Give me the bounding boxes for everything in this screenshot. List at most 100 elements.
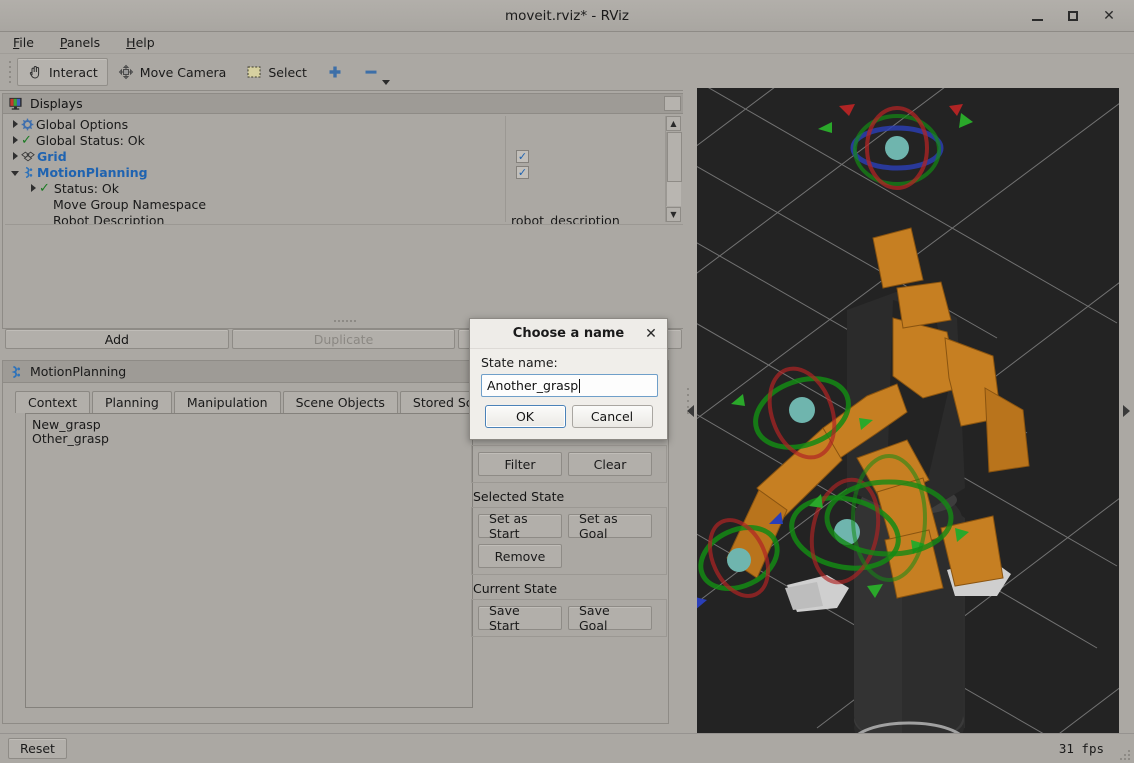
current-state-group: Save Start Save Goal: [471, 599, 667, 637]
cancel-button[interactable]: Cancel: [571, 405, 653, 428]
minimize-icon: [1031, 19, 1043, 21]
set-as-start-button[interactable]: Set as Start: [478, 511, 562, 541]
viewport-collapse-right[interactable]: [1119, 88, 1134, 733]
tree-row-grid[interactable]: Grid: [5, 148, 505, 164]
tab-manipulation[interactable]: Manipulation: [173, 391, 281, 413]
displays-panel-float-button[interactable]: [664, 96, 681, 111]
title-bar: moveit.rviz* - RViz ✕: [0, 0, 1134, 32]
3d-viewport[interactable]: [697, 88, 1119, 733]
menu-file[interactable]: File: [10, 34, 37, 51]
move-camera-icon: [118, 64, 134, 80]
displays-panel: Displays Global Options ✓ Global Status:…: [2, 93, 685, 329]
set-as-goal-button[interactable]: Set as Goal: [568, 511, 652, 541]
maximize-button[interactable]: [1062, 5, 1084, 27]
expander-closed-icon[interactable]: [13, 152, 18, 160]
displays-panel-title: Displays: [30, 96, 83, 111]
resize-grip[interactable]: [1118, 748, 1130, 760]
ok-button[interactable]: OK: [484, 405, 566, 428]
close-button[interactable]: ✕: [1098, 5, 1120, 27]
minus-icon: [363, 64, 379, 80]
tree-label: Global Status: Ok: [35, 132, 145, 148]
save-goal-button[interactable]: Save Goal: [568, 603, 652, 633]
displays-monitor-icon: [8, 96, 24, 112]
displays-tree-scrollbar[interactable]: ▲ ▼: [665, 116, 682, 222]
motion-planning-enabled-checkbox[interactable]: ✓: [516, 165, 529, 179]
maximize-icon: [1068, 11, 1078, 21]
current-state-label: Current State: [473, 581, 558, 596]
save-start-button[interactable]: Save Start: [478, 603, 562, 633]
toolbar-overflow-chevron-icon[interactable]: [381, 80, 390, 85]
value-motion-planning-enabled: ✓: [506, 164, 665, 180]
viewport-collapse-left[interactable]: [683, 88, 697, 733]
tree-label: Status: Ok: [53, 180, 120, 196]
tree-label: Global Options: [36, 116, 129, 132]
window-controls: ✕: [1026, 0, 1128, 32]
displays-tree-values: ✓ ✓ robot_description /move_group/monito…: [505, 116, 665, 238]
toolbar-select-button[interactable]: Select: [236, 58, 317, 86]
tree-row-motion-planning[interactable]: MotionPlanning: [5, 164, 505, 180]
tree-row-move-group-namespace[interactable]: Move Group Namespace: [5, 196, 505, 212]
toolbar-interact-label: Interact: [49, 64, 98, 80]
motion-planning-body: New_grasp Other_grasp Filter Clear Selec…: [13, 413, 667, 715]
tab-scene-objects[interactable]: Scene Objects: [282, 391, 398, 413]
scrollbar-thumb[interactable]: [667, 132, 682, 182]
tree-label: MotionPlanning: [37, 164, 148, 180]
check-icon: ✓: [21, 132, 32, 148]
value-empty: [506, 132, 665, 148]
motion-planning-icon: [9, 365, 23, 379]
reset-button[interactable]: Reset: [8, 738, 67, 759]
duplicate-display-button[interactable]: Duplicate: [231, 329, 456, 349]
dialog-buttons: OK Cancel: [481, 405, 656, 428]
grid-enabled-checkbox[interactable]: ✓: [516, 149, 529, 163]
toolbar-move-camera-button[interactable]: Move Camera: [108, 58, 237, 86]
expander-closed-icon[interactable]: [13, 136, 18, 144]
chevron-right-icon[interactable]: [1123, 404, 1130, 417]
value-empty: [506, 180, 665, 196]
tree-label: Grid: [37, 148, 67, 164]
list-item[interactable]: Other_grasp: [26, 432, 472, 446]
filter-button[interactable]: Filter: [478, 452, 562, 476]
expander-closed-icon[interactable]: [13, 120, 18, 128]
clear-button[interactable]: Clear: [568, 452, 652, 476]
dialog-header: Choose a name ✕: [470, 319, 667, 349]
dialog-close-icon[interactable]: ✕: [643, 326, 659, 342]
minimize-button[interactable]: [1026, 5, 1048, 27]
remove-state-button[interactable]: Remove: [478, 544, 562, 568]
list-item[interactable]: New_grasp: [26, 418, 472, 432]
displays-panel-header: Displays: [3, 94, 684, 114]
toolbar-select-label: Select: [268, 64, 307, 80]
tree-row-global-options[interactable]: Global Options: [5, 116, 505, 132]
states-actions-column: Filter Clear Selected State Set as Start…: [471, 413, 667, 637]
choose-a-name-dialog: Choose a name ✕ State name: Another_gras…: [469, 318, 668, 440]
menu-panels[interactable]: Panels: [57, 34, 103, 51]
scroll-up-icon[interactable]: ▲: [666, 116, 681, 131]
toolbar-plus-button[interactable]: [317, 58, 353, 86]
toolbar-minus-button[interactable]: [353, 58, 390, 86]
tab-planning[interactable]: Planning: [91, 391, 172, 413]
motion-planning-panel-title: MotionPlanning: [30, 364, 127, 379]
toolbar: Interact Move Camera Select: [0, 54, 1134, 91]
state-name-input[interactable]: Another_grasp: [481, 374, 658, 397]
grid-icon: [21, 150, 35, 163]
select-rectangle-icon: [246, 64, 262, 80]
expander-open-icon[interactable]: [11, 170, 19, 176]
toolbar-interact-button[interactable]: Interact: [17, 58, 108, 86]
tree-row-global-status[interactable]: ✓ Global Status: Ok: [5, 132, 505, 148]
menu-help[interactable]: Help: [123, 34, 158, 51]
toolbar-grip[interactable]: [6, 59, 14, 85]
hand-pointer-icon: [27, 64, 43, 80]
value-empty: [506, 116, 665, 132]
filter-group: Filter Clear: [471, 445, 667, 483]
expander-closed-icon[interactable]: [31, 184, 36, 192]
tree-label: Move Group Namespace: [53, 196, 207, 212]
scroll-down-icon[interactable]: ▼: [666, 207, 681, 222]
selected-state-group: Set as Start Set as Goal Remove: [471, 507, 667, 575]
displays-tree: Global Options ✓ Global Status: Ok Grid: [5, 116, 684, 238]
scrollbar-track[interactable]: [666, 132, 682, 206]
tree-row-status[interactable]: ✓ Status: Ok: [5, 180, 505, 196]
toolbar-move-camera-label: Move Camera: [139, 64, 227, 80]
displays-detail-area: [5, 224, 684, 324]
tab-context[interactable]: Context: [15, 391, 90, 413]
stored-states-list[interactable]: New_grasp Other_grasp: [25, 413, 473, 708]
add-display-button[interactable]: Add: [5, 329, 229, 349]
